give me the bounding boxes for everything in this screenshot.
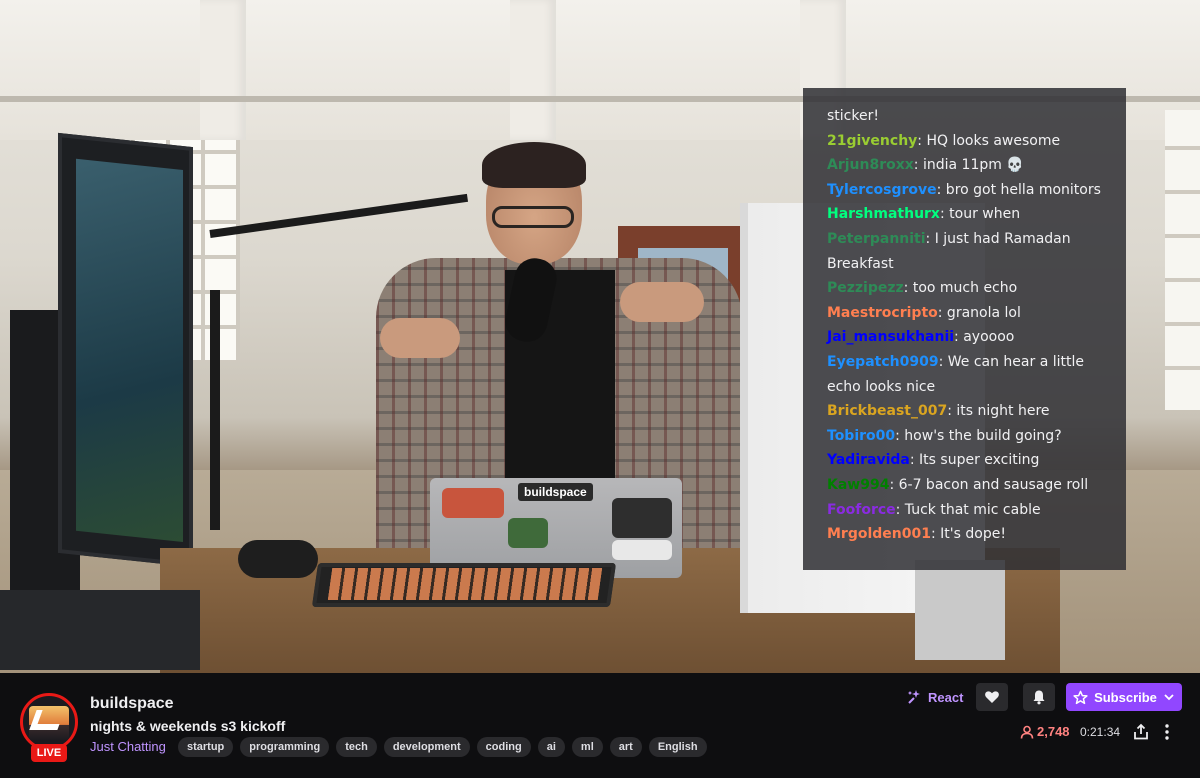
chat-message: Tylercosgrove: bro got hella monitors xyxy=(827,178,1112,203)
stream-info-bar: LIVE buildspace nights & weekends s3 kic… xyxy=(0,673,1200,778)
tag-coding[interactable]: coding xyxy=(476,737,531,757)
follow-button[interactable] xyxy=(976,683,1008,711)
chat-username[interactable]: Peterpanniti xyxy=(827,231,926,247)
bell-icon xyxy=(1033,690,1045,705)
chat-message: Pezzipezz: too much echo xyxy=(827,276,1112,301)
react-button[interactable]: React xyxy=(906,685,963,709)
tag-ai[interactable]: ai xyxy=(537,737,565,757)
heart-icon xyxy=(985,691,999,703)
chat-username[interactable]: 21givenchy xyxy=(827,133,917,149)
mic-arm xyxy=(210,290,220,530)
chat-message: Jai_mansukhanii: ayoooo xyxy=(827,325,1112,350)
streamer-hand xyxy=(620,282,704,322)
chat-message-text: sticker! xyxy=(827,108,879,124)
chat-username[interactable]: Brickbeast_007 xyxy=(827,403,947,419)
tag-english[interactable]: English xyxy=(648,737,707,757)
person-icon xyxy=(1020,725,1034,739)
laptop-sticker xyxy=(612,498,672,538)
chat-username[interactable]: Maestrocripto xyxy=(827,305,938,321)
chat-message: Maestrocripto: granola lol xyxy=(827,301,1112,326)
laptop-sticker xyxy=(442,488,504,518)
laptop-sticker xyxy=(508,518,548,548)
ceiling-beam xyxy=(510,0,556,140)
react-label: React xyxy=(928,689,964,705)
streamer-hair xyxy=(482,142,586,188)
tag-programming[interactable]: programming xyxy=(240,737,330,757)
laptop-sticker xyxy=(612,540,672,560)
monitor-base xyxy=(0,590,200,670)
chat-message-text: : bro got hella monitors xyxy=(936,181,1101,198)
chat-message: Mrgolden001: It's dope! xyxy=(827,522,1112,547)
chat-message: Peterpanniti: I just had Ramadan Breakfa… xyxy=(827,227,1112,276)
chat-username[interactable]: Jai_mansukhanii xyxy=(827,329,954,345)
stream-title: nights & weekends s3 kickoff xyxy=(90,718,286,734)
chevron-down-icon[interactable] xyxy=(1163,691,1175,703)
chat-message: Brickbeast_007: its night here xyxy=(827,399,1112,424)
chat-username[interactable]: Eyepatch0909 xyxy=(827,354,939,370)
chat-message: Eyepatch0909: We can hear a little echo … xyxy=(827,350,1112,399)
subscribe-label: Subscribe xyxy=(1094,689,1157,705)
chat-message: sticker! xyxy=(827,104,1112,129)
window xyxy=(1165,110,1200,410)
chat-message: 21givenchy: HQ looks awesome xyxy=(827,129,1112,154)
chat-username[interactable]: Mrgolden001 xyxy=(827,526,931,542)
viewer-count-value: 2,748 xyxy=(1037,724,1070,739)
viewer-count: 2,748 xyxy=(1020,724,1070,739)
chat-message-text: : india 11pm 💀 xyxy=(913,157,1024,174)
tag-art[interactable]: art xyxy=(609,737,642,757)
tag-ml[interactable]: ml xyxy=(571,737,603,757)
monitor-left xyxy=(58,132,193,568)
ceiling-beam xyxy=(200,0,246,140)
star-icon xyxy=(1073,690,1088,704)
chat-username[interactable]: Tobiro00 xyxy=(827,428,895,444)
channel-avatar[interactable] xyxy=(20,693,78,751)
keyboard-backlight xyxy=(327,568,603,600)
chat-message: Kaw994: 6-7 bacon and sausage roll xyxy=(827,473,1112,498)
share-icon[interactable] xyxy=(1132,723,1150,741)
monitor-stand xyxy=(915,560,1005,660)
notifications-button[interactable] xyxy=(1023,683,1055,711)
tag-tech[interactable]: tech xyxy=(336,737,377,757)
chat-message: Tobiro00: how's the build going? xyxy=(827,424,1112,449)
subscribe-button[interactable]: Subscribe xyxy=(1066,683,1182,711)
laptop-sticker-label: buildspace xyxy=(518,483,593,501)
chat-message-text: : HQ looks awesome xyxy=(917,132,1061,149)
chat-message-text: : tour when xyxy=(939,206,1021,223)
chat-message-text: : Its super exciting xyxy=(909,452,1040,469)
react-sparkle-icon xyxy=(908,690,920,704)
chat-username[interactable]: Fooforce xyxy=(827,502,896,518)
chat-message: Arjun8roxx: india 11pm 💀 xyxy=(827,153,1112,178)
tag-list: startup programming tech development coding a… xyxy=(178,737,707,757)
chat-message: Yadiravida: Its super exciting xyxy=(827,448,1112,473)
category-link[interactable]: Just Chatting xyxy=(90,739,166,754)
chat-username[interactable]: Kaw994 xyxy=(827,477,889,493)
chat-message-text: : It's dope! xyxy=(930,526,1006,543)
chat-message: Harshmathurx: tour when xyxy=(827,202,1112,227)
chat-username[interactable]: Harshmathurx xyxy=(827,206,940,222)
channel-name[interactable]: buildspace xyxy=(90,695,174,713)
streamer-hand xyxy=(380,318,460,358)
chat-message-text: : its night here xyxy=(947,403,1050,420)
chat-message-text: : ayoooo xyxy=(954,329,1015,346)
chat-message-text: : 6-7 bacon and sausage roll xyxy=(889,476,1089,493)
chat-message-text: : granola lol xyxy=(937,304,1021,321)
tag-development[interactable]: development xyxy=(383,737,470,757)
chat-username[interactable]: Yadiravida xyxy=(827,452,910,468)
chat-message: Fooforce: Tuck that mic cable xyxy=(827,498,1112,523)
chat-message-text: : too much echo xyxy=(903,280,1018,297)
mic-arm xyxy=(209,193,469,238)
stream-uptime: 0:21:34 xyxy=(1080,725,1121,739)
chat-overlay: sticker! 21givenchy: HQ looks awesome Arju… xyxy=(803,88,1126,570)
chat-username[interactable]: Tylercosgrove xyxy=(827,182,937,198)
more-vertical-icon[interactable] xyxy=(1161,723,1173,741)
chat-username[interactable]: Pezzipezz xyxy=(827,280,904,296)
live-badge: LIVE xyxy=(31,744,67,762)
chat-message-text: : Tuck that mic cable xyxy=(895,501,1041,518)
chat-message-text: : how's the build going? xyxy=(895,427,1062,444)
streamer-glasses xyxy=(492,206,574,228)
mouse xyxy=(238,540,318,578)
video-player[interactable]: buildspace sticker! 21givenchy: HQ looks … xyxy=(0,0,1200,673)
tag-startup[interactable]: startup xyxy=(178,737,234,757)
chat-username[interactable]: Arjun8roxx xyxy=(827,157,914,173)
